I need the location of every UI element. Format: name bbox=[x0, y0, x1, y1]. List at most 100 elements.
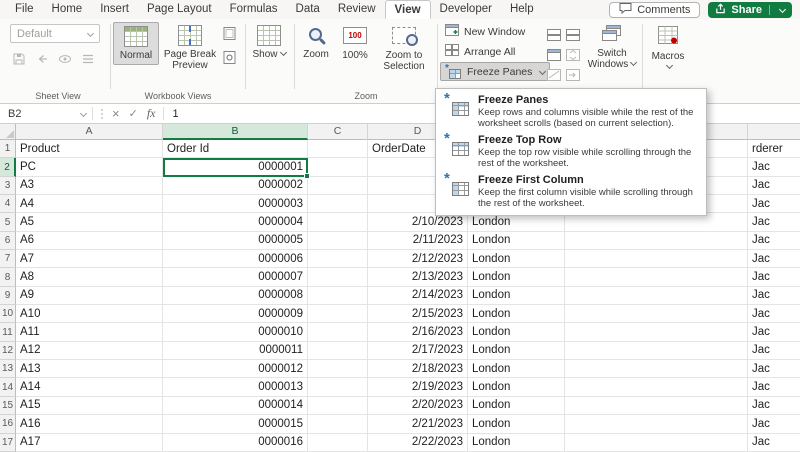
cell-A11[interactable]: A11 bbox=[16, 323, 163, 341]
cell-A13[interactable]: A13 bbox=[16, 360, 163, 378]
cell-F8[interactable] bbox=[565, 268, 748, 286]
cell-C9[interactable] bbox=[308, 287, 368, 305]
cell-B12[interactable]: 0000011 bbox=[163, 342, 308, 360]
cell-C10[interactable] bbox=[308, 305, 368, 323]
cell-E15[interactable]: London bbox=[468, 397, 565, 415]
cell-A14[interactable]: A14 bbox=[16, 378, 163, 396]
cell-E14[interactable]: London bbox=[468, 378, 565, 396]
cell-B15[interactable]: 0000014 bbox=[163, 397, 308, 415]
arrange-all-button[interactable]: Arrange All bbox=[440, 42, 520, 61]
row-header-6[interactable]: 6 bbox=[0, 232, 16, 250]
cell-A7[interactable]: A7 bbox=[16, 250, 163, 268]
hide-window-icon[interactable] bbox=[544, 45, 563, 65]
cell-F7[interactable] bbox=[565, 250, 748, 268]
row-header-10[interactable]: 10 bbox=[0, 305, 16, 323]
row-header-5[interactable]: 5 bbox=[0, 213, 16, 231]
cell-F6[interactable] bbox=[565, 232, 748, 250]
cell-D6[interactable]: 2/11/2023 bbox=[368, 232, 468, 250]
cell-C11[interactable] bbox=[308, 323, 368, 341]
cell-C17[interactable] bbox=[308, 434, 368, 452]
row-header-2[interactable]: 2 bbox=[0, 158, 16, 176]
cell-C12[interactable] bbox=[308, 342, 368, 360]
insert-function-icon[interactable]: fx bbox=[147, 106, 156, 121]
page-layout-view-icon[interactable] bbox=[222, 26, 237, 44]
cell-D15[interactable]: 2/20/2023 bbox=[368, 397, 468, 415]
cell-G4[interactable]: Jac bbox=[748, 195, 800, 213]
cell-A16[interactable]: A16 bbox=[16, 415, 163, 433]
cell-D14[interactable]: 2/19/2023 bbox=[368, 378, 468, 396]
cell-A15[interactable]: A15 bbox=[16, 397, 163, 415]
cell-D8[interactable]: 2/13/2023 bbox=[368, 268, 468, 286]
drag-handle-icon[interactable] bbox=[101, 109, 103, 119]
tab-page-layout[interactable]: Page Layout bbox=[138, 0, 221, 19]
cell-D5[interactable]: 2/10/2023 bbox=[368, 213, 468, 231]
share-button[interactable]: Share bbox=[708, 2, 792, 18]
cell-F14[interactable] bbox=[565, 378, 748, 396]
cell-A2[interactable]: PC bbox=[16, 158, 163, 176]
cell-E13[interactable]: London bbox=[468, 360, 565, 378]
cell-B16[interactable]: 0000015 bbox=[163, 415, 308, 433]
row-header-7[interactable]: 7 bbox=[0, 250, 16, 268]
cell-A6[interactable]: A6 bbox=[16, 232, 163, 250]
comments-button[interactable]: Comments bbox=[609, 2, 700, 18]
cell-A8[interactable]: A8 bbox=[16, 268, 163, 286]
cell-G12[interactable]: Jac bbox=[748, 342, 800, 360]
menu-item-freeze-top-row[interactable]: Freeze Top RowKeep the top row visible w… bbox=[436, 132, 706, 172]
normal-view-button[interactable]: Normal bbox=[113, 22, 159, 65]
page-break-preview-button[interactable]: Page Break Preview bbox=[159, 22, 221, 74]
row-header-4[interactable]: 4 bbox=[0, 195, 16, 213]
cell-B3[interactable]: 0000002 bbox=[163, 177, 308, 195]
cell-A12[interactable]: A12 bbox=[16, 342, 163, 360]
cell-C13[interactable] bbox=[308, 360, 368, 378]
cell-G8[interactable]: Jac bbox=[748, 268, 800, 286]
cell-G6[interactable]: Jac bbox=[748, 232, 800, 250]
cell-G9[interactable]: Jac bbox=[748, 287, 800, 305]
cell-G10[interactable]: Jac bbox=[748, 305, 800, 323]
cell-C4[interactable] bbox=[308, 195, 368, 213]
cell-D7[interactable]: 2/12/2023 bbox=[368, 250, 468, 268]
cell-E5[interactable]: London bbox=[468, 213, 565, 231]
cell-C14[interactable] bbox=[308, 378, 368, 396]
cell-B1[interactable]: Order Id bbox=[163, 140, 308, 158]
cell-B2[interactable]: 0000001 bbox=[163, 158, 308, 176]
cell-B10[interactable]: 0000009 bbox=[163, 305, 308, 323]
cell-B14[interactable]: 0000013 bbox=[163, 378, 308, 396]
show-button[interactable]: Show bbox=[248, 22, 290, 63]
cell-E8[interactable]: London bbox=[468, 268, 565, 286]
cell-F15[interactable] bbox=[565, 397, 748, 415]
freeze-panes-button[interactable]: Freeze Panes bbox=[440, 62, 550, 81]
keep-sheet-view-icon[interactable] bbox=[12, 52, 26, 66]
cell-B4[interactable]: 0000003 bbox=[163, 195, 308, 213]
cell-F17[interactable] bbox=[565, 434, 748, 452]
row-header-15[interactable]: 15 bbox=[0, 397, 16, 415]
name-box[interactable]: B2 bbox=[0, 104, 92, 123]
custom-views-icon[interactable] bbox=[222, 50, 237, 68]
row-header-14[interactable]: 14 bbox=[0, 378, 16, 396]
cell-G11[interactable]: Jac bbox=[748, 323, 800, 341]
cell-E10[interactable]: London bbox=[468, 305, 565, 323]
cell-C1[interactable] bbox=[308, 140, 368, 158]
cell-D17[interactable]: 2/22/2023 bbox=[368, 434, 468, 452]
row-header-8[interactable]: 8 bbox=[0, 268, 16, 286]
cell-B7[interactable]: 0000006 bbox=[163, 250, 308, 268]
new-sheet-view-icon[interactable] bbox=[58, 52, 72, 66]
cell-C3[interactable] bbox=[308, 177, 368, 195]
row-header-12[interactable]: 12 bbox=[0, 342, 16, 360]
unhide-window-icon[interactable] bbox=[544, 65, 563, 85]
cell-G17[interactable]: Jac bbox=[748, 434, 800, 452]
switch-windows-button[interactable]: Switch Windows bbox=[584, 22, 640, 73]
cell-A1[interactable]: Product bbox=[16, 140, 163, 158]
cell-B5[interactable]: 0000004 bbox=[163, 213, 308, 231]
cell-A4[interactable]: A4 bbox=[16, 195, 163, 213]
cell-E12[interactable]: London bbox=[468, 342, 565, 360]
cell-C7[interactable] bbox=[308, 250, 368, 268]
cell-D16[interactable]: 2/21/2023 bbox=[368, 415, 468, 433]
cancel-icon[interactable] bbox=[112, 106, 120, 121]
cell-D9[interactable]: 2/14/2023 bbox=[368, 287, 468, 305]
tab-view[interactable]: View bbox=[385, 0, 431, 19]
cell-F16[interactable] bbox=[565, 415, 748, 433]
cell-B11[interactable]: 0000010 bbox=[163, 323, 308, 341]
cell-G7[interactable]: Jac bbox=[748, 250, 800, 268]
cell-B17[interactable]: 0000016 bbox=[163, 434, 308, 452]
cell-E11[interactable]: London bbox=[468, 323, 565, 341]
